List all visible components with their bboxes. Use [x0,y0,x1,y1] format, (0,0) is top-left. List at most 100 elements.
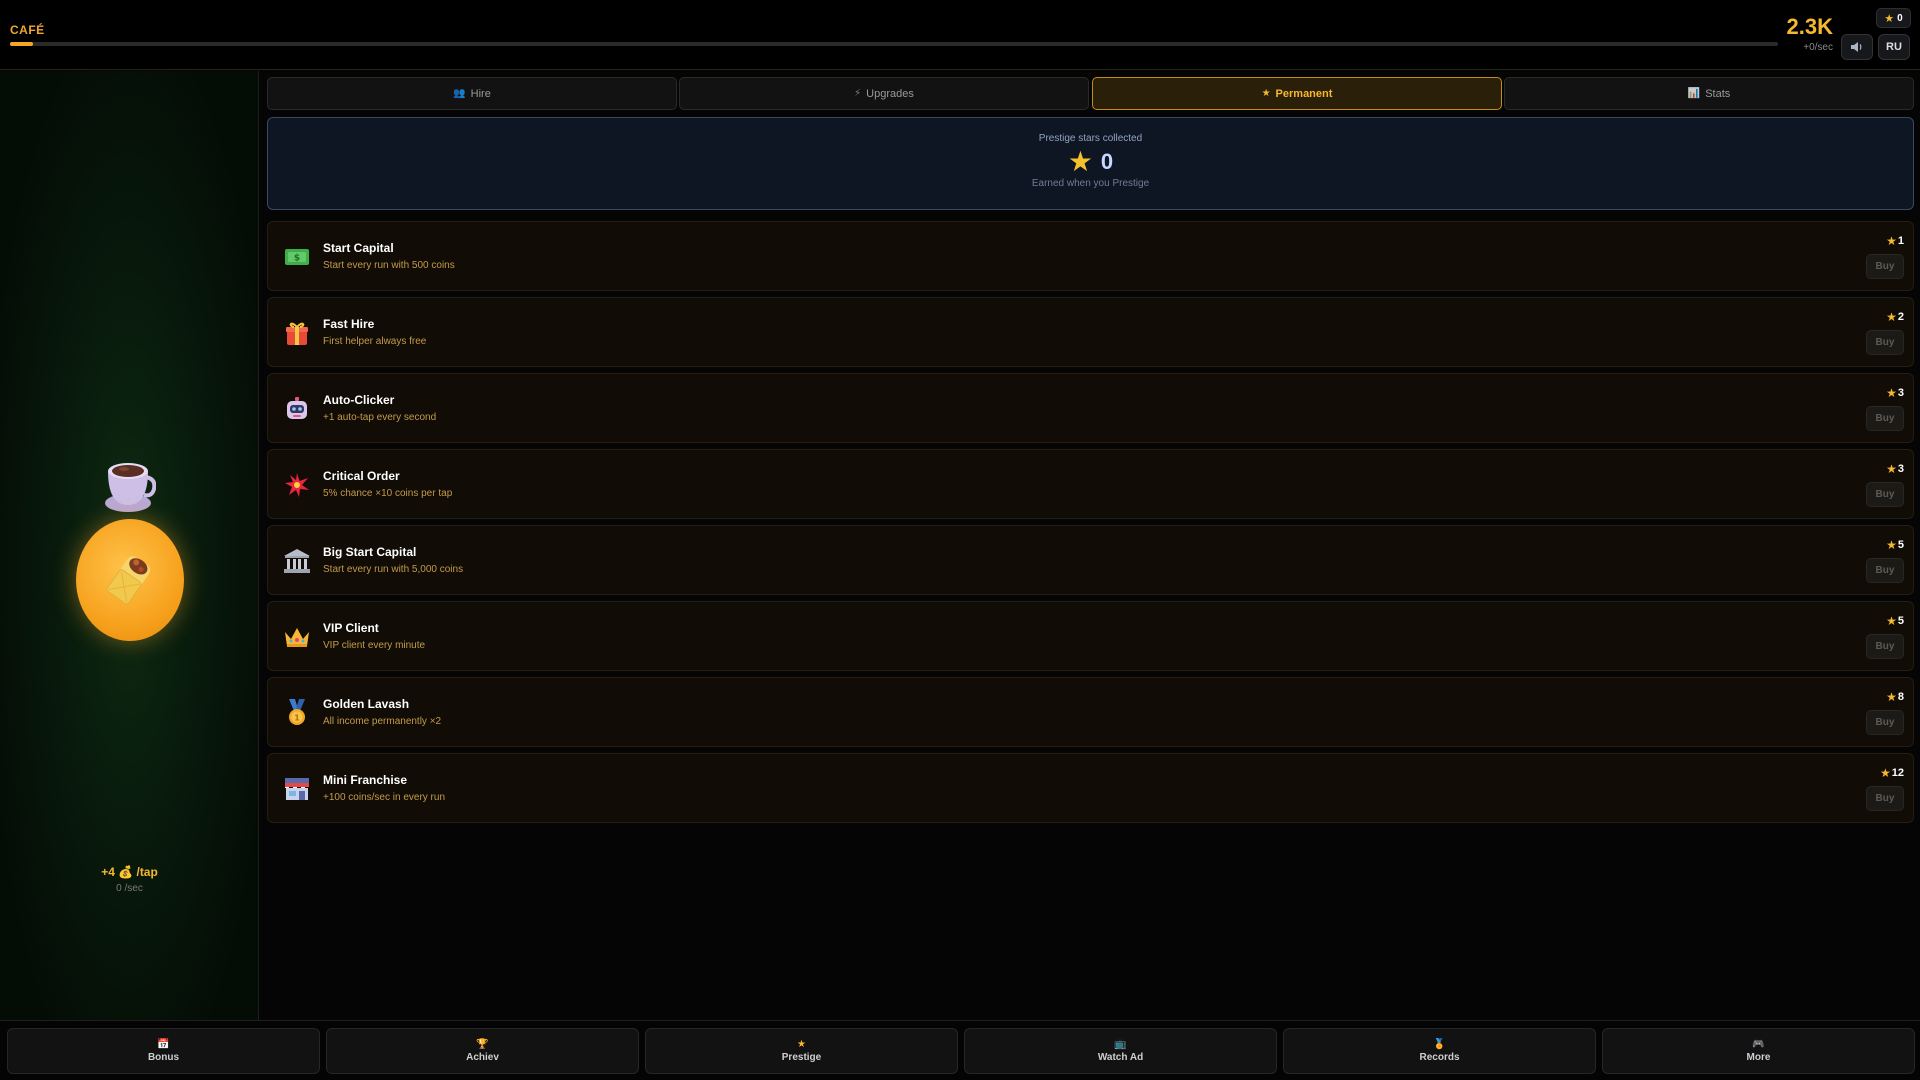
bottom-nav: 📅 Bonus 🏆 Achiev ★ Prestige 📺 Watch Ad 🏅… [0,1020,1920,1080]
buy-button[interactable]: Buy [1866,330,1904,355]
upgrade-name: Fast Hire [323,317,375,331]
upgrade-cost: ★ 3 [1886,386,1904,400]
upgrade-name: Start Capital [323,241,394,255]
tab-permanent[interactable]: ★ Permanent [1092,77,1502,110]
tab-upgrades-label: Upgrades [866,87,914,100]
upgrade-cost: ★ 5 [1886,538,1904,552]
upgrade-desc: +100 coins/sec in every run [323,792,446,803]
language-button[interactable]: RU [1878,34,1910,60]
nav-prestige-button[interactable]: ★ Prestige [645,1028,958,1074]
upgrade-name: Big Start Capital [323,545,417,559]
upgrade-big-start-capital: Big Start Capital Start every run with 5… [267,525,1914,595]
income-per-sec: +0/sec [1803,42,1833,53]
speaker-icon [1851,42,1862,52]
nav-more-button[interactable]: 🎮 More [1602,1028,1915,1074]
upgrade-desc: +1 auto-tap every second [323,412,437,423]
upgrade-cost-value: 2 [1897,311,1904,323]
brand-title: CAFÉ [10,23,45,37]
nav-prestige-label: Prestige [781,1052,822,1063]
upgrade-cost: ★ 3 [1886,462,1904,476]
buy-button[interactable]: Buy [1866,558,1904,583]
money-icon: $ [282,242,312,272]
nav-achievements-button[interactable]: 🏆 Achiev [326,1028,639,1074]
upgrade-mini-franchise: Mini Franchise +100 coins/sec in every r… [267,753,1914,823]
gamepad-icon: 🎮 [1752,1039,1765,1050]
nav-watch-ad-label: Watch Ad [1097,1052,1144,1063]
tap-panel: +4 💰 /tap 0 /sec [0,71,259,1021]
star-balance-badge: ★ 0 [1876,8,1911,28]
top-bar: CAFÉ 2.3K +0/sec ★ 0 RU [0,0,1920,70]
buy-button[interactable]: Buy [1866,786,1904,811]
prestige-star-count: ★ 0 [268,148,1913,176]
upgrade-cost-value: 3 [1897,463,1904,475]
star-icon: ★ [1884,12,1895,25]
gift-icon [282,318,312,348]
buy-button[interactable]: Buy [1866,634,1904,659]
coin-balance: 2.3K [1786,14,1833,39]
crown-icon [282,622,312,652]
svg-text:$: $ [294,254,300,264]
tab-hire-label: Hire [470,87,491,100]
idle-rate: 0 /sec [116,883,143,894]
sound-toggle-button[interactable] [1841,34,1873,60]
store-icon [282,774,312,804]
upgrade-name: Mini Franchise [323,773,408,787]
calendar-icon: 📅 [157,1039,170,1050]
trophy-icon: 🏆 [476,1039,489,1050]
star-icon: ★ [1886,614,1897,628]
buy-button[interactable]: Buy [1866,254,1904,279]
nav-records-button[interactable]: 🏅 Records [1283,1028,1596,1074]
nav-watch-ad-button[interactable]: 📺 Watch Ad [964,1028,1277,1074]
chart-icon: 📊 [1687,88,1701,99]
upgrade-desc: Start every run with 500 coins [323,260,455,271]
upgrade-cost-value: 5 [1897,539,1904,551]
star-icon: ★ [1261,88,1271,99]
prestige-stars-card: Prestige stars collected ★ 0 Earned when… [267,117,1914,210]
upgrade-start-capital: $ Start Capital Start every run with 500… [267,221,1914,291]
tap-rate: +4 💰 /tap [101,865,158,879]
buy-button[interactable]: Buy [1866,482,1904,507]
tap-coin-button[interactable] [76,519,184,641]
people-icon: 👥 [453,88,466,99]
upgrade-cost: ★ 2 [1886,310,1904,324]
star-icon: ★ [1067,146,1093,177]
upgrade-auto-clicker: Auto-Clicker +1 auto-tap every second ★ 3… [267,373,1914,443]
star-icon: ★ [1886,538,1897,552]
tv-icon: 📺 [1114,1039,1127,1050]
upgrade-desc: Start every run with 5,000 coins [323,564,464,575]
upgrade-cost-value: 12 [1891,767,1904,779]
upgrade-cost-value: 1 [1897,235,1904,247]
upgrade-cost: ★ 5 [1886,614,1904,628]
upgrade-cost: ★ 1 [1886,234,1904,248]
nav-bonus-label: Bonus [147,1052,180,1063]
nav-more-label: More [1746,1052,1771,1063]
star-icon: ★ [1886,386,1897,400]
prestige-star-value: 0 [1100,149,1114,174]
prestige-card-title: Prestige stars collected [1038,133,1143,144]
upgrade-desc: VIP client every minute [323,640,426,651]
burst-icon [282,470,312,500]
tab-stats[interactable]: 📊 Stats [1504,77,1914,110]
nav-bonus-button[interactable]: 📅 Bonus [7,1028,320,1074]
medal-icon: 🏅 [1433,1039,1446,1050]
buy-button[interactable]: Buy [1866,710,1904,735]
level-progress-fill [10,42,33,46]
nav-achievements-label: Achiev [466,1052,499,1063]
tab-bar: 👥 Hire ⚡ Upgrades ★ Permanent 📊 Stats [267,77,1914,110]
upgrade-cost-value: 8 [1897,691,1904,703]
star-icon: ★ [797,1039,806,1050]
buy-button[interactable]: Buy [1866,406,1904,431]
bank-icon [282,546,312,576]
star-icon: ★ [1886,462,1897,476]
star-icon: ★ [1879,766,1891,780]
upgrade-desc: All income permanently ×2 [323,716,442,727]
lightning-icon: ⚡ [854,88,862,99]
star-icon: ★ [1886,310,1897,324]
upgrade-critical-order: Critical Order 5% chance ×10 coins per t… [267,449,1914,519]
star-balance-value: 0 [1897,12,1903,24]
tab-hire[interactable]: 👥 Hire [267,77,677,110]
upgrade-vip-client: VIP Client VIP client every minute ★ 5 Bu… [267,601,1914,671]
upgrade-desc: 5% chance ×10 coins per tap [323,488,453,499]
tab-upgrades[interactable]: ⚡ Upgrades [679,77,1089,110]
upgrade-desc: First helper always free [323,336,427,347]
